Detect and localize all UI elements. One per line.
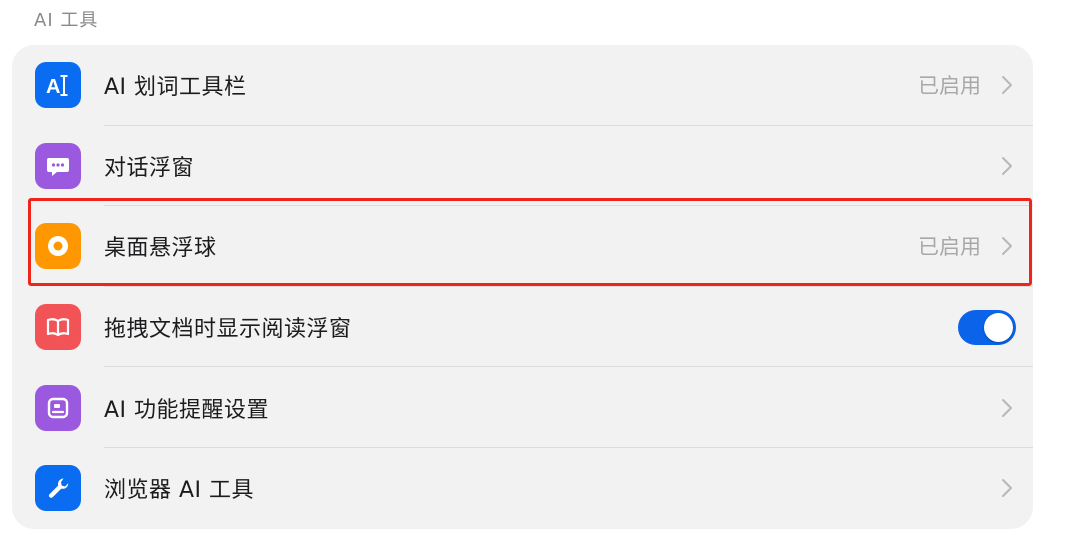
wrench-icon — [35, 465, 81, 512]
reading-window-toggle[interactable] — [958, 309, 1016, 345]
toggle-knob — [984, 312, 1013, 342]
reminder-tablet-icon — [35, 384, 81, 431]
floating-ball-icon — [35, 223, 81, 270]
chevron-right-icon — [1002, 479, 1012, 498]
setting-row-floating-ball[interactable]: 桌面悬浮球 已启用 — [12, 206, 1033, 287]
status-text: 已启用 — [918, 74, 981, 99]
status-text: 已启用 — [918, 235, 981, 260]
ai-tools-settings-card: A AI 划词工具栏 已启用 对话浮窗 桌面悬浮球 已启用 拖拽文档时显示阅读浮… — [12, 45, 1033, 529]
setting-row-ai-reminder[interactable]: AI 功能提醒设置 — [12, 367, 1033, 448]
setting-label: 桌面悬浮球 — [104, 236, 217, 262]
setting-row-chat-window[interactable]: 对话浮窗 — [12, 126, 1033, 207]
setting-label: AI 划词工具栏 — [104, 75, 247, 101]
chevron-right-icon — [1002, 237, 1012, 256]
chevron-right-icon — [1002, 398, 1012, 417]
setting-row-ai-text-toolbar[interactable]: A AI 划词工具栏 已启用 — [12, 45, 1033, 126]
ai-text-letter: A — [46, 76, 60, 98]
chevron-right-icon — [1002, 156, 1012, 175]
chat-bubble-icon — [35, 142, 81, 189]
setting-label: AI 功能提醒设置 — [104, 397, 270, 423]
ai-text-cursor-glyph: A — [46, 75, 68, 98]
setting-label: 拖拽文档时显示阅读浮窗 — [104, 317, 352, 343]
setting-row-browser-ai-tools[interactable]: 浏览器 AI 工具 — [12, 448, 1033, 529]
settings-page: AI 工具 A AI 划词工具栏 已启用 对话浮窗 桌面悬浮球 已启用 拖拽文档… — [0, 0, 1080, 537]
setting-row-drag-reading-window: 拖拽文档时显示阅读浮窗 — [12, 287, 1033, 368]
setting-label: 浏览器 AI 工具 — [104, 478, 255, 504]
chevron-right-icon — [1002, 76, 1012, 95]
setting-label: 对话浮窗 — [104, 155, 195, 181]
open-book-icon — [35, 304, 81, 351]
section-title: AI 工具 — [34, 10, 99, 31]
ai-text-cursor-icon: A — [35, 62, 81, 109]
